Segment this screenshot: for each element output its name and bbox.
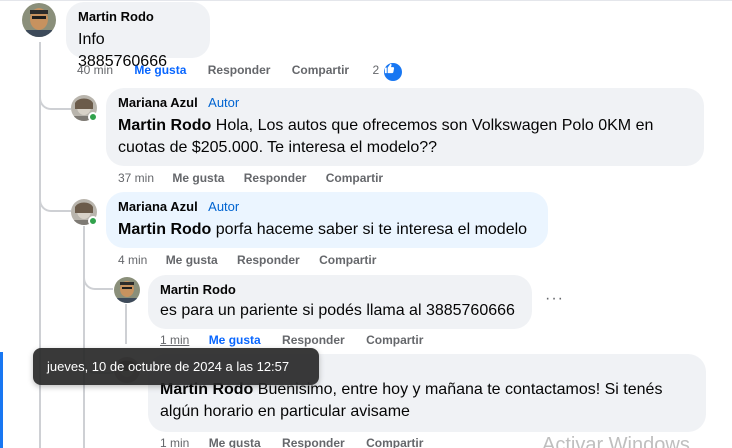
comment-text: es para un pariente si podés llama al 38… [160,302,515,319]
comment-bubble-highlighted: Mariana Azul Autor Martin Rodo porfa hac… [106,192,548,248]
comment-timestamp[interactable]: 4 min [118,253,147,267]
comment-bubble: Martin Rodo Info 3885760666 [66,2,210,70]
timestamp-tooltip: jueves, 10 de octubre de 2024 a las 12:5… [33,348,319,385]
thread-line-nested [83,226,85,448]
reply-button[interactable]: Responder [237,253,300,267]
comment-author[interactable]: Mariana Azul [118,95,198,110]
author-badge: Autor [208,95,240,110]
comment-author[interactable]: Martin Rodo [78,9,154,24]
like-button[interactable]: Me gusta [134,63,186,77]
online-status-dot [88,216,98,226]
share-button[interactable]: Compartir [326,171,383,185]
thread-connector-2 [39,188,71,212]
reply-button[interactable]: Responder [244,171,307,185]
share-button[interactable]: Compartir [319,253,376,267]
avatar[interactable] [114,277,140,303]
reply-button[interactable]: Responder [208,63,271,77]
comment-body: porfa haceme saber si te interesa el mod… [211,221,528,238]
thread-connector-1 [39,84,71,110]
reaction-count: 2 [372,63,380,77]
comment-actions: 40 min Me gusta Responder Compartir 2 [77,63,403,81]
comment-actions: 1 min Me gusta Responder Compartir [160,333,423,347]
share-button[interactable]: Compartir [366,436,423,448]
comment-text: Martin Rodo porfa haceme saber si te int… [118,219,536,241]
like-button[interactable]: Me gusta [172,171,224,185]
comment-header: Mariana Azul Autor [118,94,692,112]
reply-button[interactable]: Responder [282,333,345,347]
share-button[interactable]: Compartir [366,333,423,347]
comment-timestamp[interactable]: 1 min [160,436,189,448]
comment-actions: 1 min Me gusta Responder Compartir [160,436,423,448]
comment-text: Martin Rodo Hola, Los autos que ofrecemo… [118,115,692,159]
comment-timestamp[interactable]: 1 min [160,333,189,347]
top-divider [0,0,732,1]
mention-link[interactable]: Martin Rodo [118,117,211,134]
thumbs-up-icon [384,63,403,81]
share-button[interactable]: Compartir [292,63,349,77]
comment-header: Mariana Azul Autor [118,198,536,216]
comment-timestamp[interactable]: 37 min [118,171,154,185]
like-button[interactable]: Me gusta [209,333,261,347]
comment-author[interactable]: Mariana Azul [118,199,198,214]
like-button[interactable]: Me gusta [209,436,261,448]
mention-link[interactable]: Martin Rodo [118,221,211,238]
online-status-dot [88,112,98,122]
comment-actions: 37 min Me gusta Responder Compartir [118,171,383,185]
comment-text: Martin Rodo Buenisimo, entre hoy y mañan… [160,379,694,423]
comment-actions: 4 min Me gusta Responder Compartir [118,253,376,267]
windows-activation-watermark: Activar Windows [542,434,690,448]
comment-author[interactable]: Martin Rodo [160,282,236,297]
focus-indicator [0,352,3,448]
reply-button[interactable]: Responder [282,436,345,448]
comment-bubble: Mariana Azul Autor Martin Rodo Hola, Los… [106,88,704,166]
comment-timestamp[interactable]: 40 min [77,63,113,77]
thread-line-reply [125,304,127,344]
author-badge: Autor [208,199,240,214]
more-options-button[interactable]: ··· [545,290,564,308]
comment-bubble: Martin Rodo es para un pariente si podés… [148,275,532,329]
reaction-summary[interactable]: 2 [372,63,403,81]
like-button[interactable]: Me gusta [166,253,218,267]
thread-connector-3 [83,268,113,290]
avatar[interactable] [22,3,56,37]
